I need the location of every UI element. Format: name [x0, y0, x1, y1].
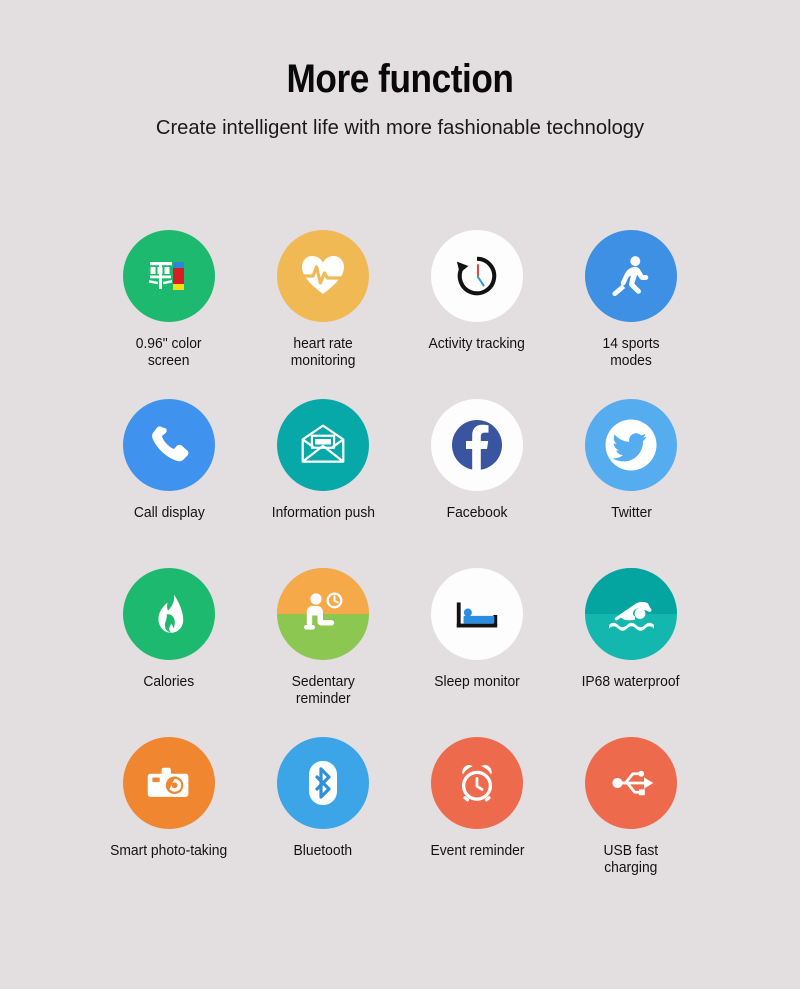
- feature-icon-circle: [123, 568, 215, 660]
- feature-item-activity-tracking[interactable]: Activity tracking: [400, 230, 554, 399]
- feature-icon-circle: [585, 230, 677, 322]
- feature-icon-circle: [431, 568, 523, 660]
- feature-item-event-reminder[interactable]: Event reminder: [400, 737, 554, 906]
- bed-icon: [456, 602, 498, 628]
- alarm-clock-icon: [461, 765, 493, 802]
- feature-icon-circle: [277, 568, 369, 660]
- feature-item-twitter[interactable]: Twitter: [554, 399, 708, 568]
- feature-icon-circle: [277, 230, 369, 322]
- feature-label: 14 sports modes: [602, 336, 660, 369]
- feature-item-sleep-monitor[interactable]: Sleep monitor: [400, 568, 554, 737]
- feature-item-call-display[interactable]: Call display: [92, 399, 246, 568]
- feature-label: Event reminder: [429, 843, 525, 859]
- feature-icon-circle: [585, 568, 677, 660]
- feature-label: Information push: [271, 505, 375, 521]
- usb-icon: [612, 770, 654, 796]
- feature-label: Facebook: [446, 505, 508, 521]
- feature-label: 0.96" color screen: [136, 336, 202, 369]
- feature-item-color-screen[interactable]: 0.96" color screen: [92, 230, 246, 399]
- feature-label: Smart photo-taking: [110, 843, 228, 859]
- feature-item-heart-rate[interactable]: heart rate monitoring: [246, 230, 400, 399]
- feature-item-bluetooth[interactable]: Bluetooth: [246, 737, 400, 906]
- feature-label: Sedentary reminder: [291, 674, 355, 707]
- feature-icon-circle: [123, 399, 215, 491]
- feature-icon-circle: [123, 737, 215, 829]
- flame-icon: [158, 594, 184, 633]
- sitting-person-clock-icon: [304, 592, 343, 630]
- heart-pulse-icon: [301, 256, 345, 294]
- feature-label: Calories: [143, 674, 195, 690]
- feature-item-facebook[interactable]: Facebook: [400, 399, 554, 568]
- feature-item-ip68-waterproof[interactable]: IP68 waterproof: [554, 568, 708, 737]
- swimmer-icon: [609, 601, 654, 631]
- feature-icon-circle: [431, 230, 523, 322]
- bluetooth-icon: [309, 761, 337, 805]
- feature-item-smart-photo[interactable]: Smart photo-taking: [92, 737, 246, 906]
- clock-history-icon: [456, 256, 497, 296]
- feature-item-calories[interactable]: Calories: [92, 568, 246, 737]
- feature-label: Sleep monitor: [434, 674, 520, 690]
- twitter-bird-icon: [605, 419, 657, 471]
- feature-icon-circle: [123, 230, 215, 322]
- phone-icon: [152, 426, 189, 462]
- feature-icon-circle: [585, 399, 677, 491]
- feature-label: Activity tracking: [428, 336, 526, 352]
- color-screen-icon: [148, 262, 184, 290]
- feature-label: USB fast charging: [603, 843, 659, 876]
- feature-label: Twitter: [610, 505, 652, 521]
- feature-item-sedentary-reminder[interactable]: Sedentary reminder: [246, 568, 400, 737]
- feature-icon-circle: [431, 737, 523, 829]
- page-subtitle: Create intelligent life with more fashio…: [155, 116, 645, 139]
- feature-item-information-push[interactable]: Information push: [246, 399, 400, 568]
- facebook-icon: [452, 420, 502, 470]
- feature-grid: 0.96" color screen heart rate monitoring: [92, 230, 708, 906]
- feature-item-usb-fast-charging[interactable]: USB fast charging: [554, 737, 708, 906]
- running-person-icon: [612, 256, 649, 297]
- feature-icon-circle: [431, 399, 523, 491]
- page-header: More function Create intelligent life wi…: [0, 0, 800, 140]
- page-title: More function: [286, 57, 514, 101]
- feature-icon-circle: [277, 399, 369, 491]
- feature-label: Bluetooth: [293, 843, 353, 859]
- feature-label: heart rate monitoring: [290, 336, 356, 369]
- feature-label: IP68 waterproof: [582, 674, 680, 690]
- feature-label: Call display: [133, 505, 205, 521]
- envelope-icon: [301, 424, 345, 463]
- camera-icon: [147, 767, 189, 797]
- feature-showcase-page: More function Create intelligent life wi…: [0, 0, 800, 989]
- feature-item-sports-modes[interactable]: 14 sports modes: [554, 230, 708, 399]
- feature-icon-circle: [585, 737, 677, 829]
- feature-icon-circle: [277, 737, 369, 829]
